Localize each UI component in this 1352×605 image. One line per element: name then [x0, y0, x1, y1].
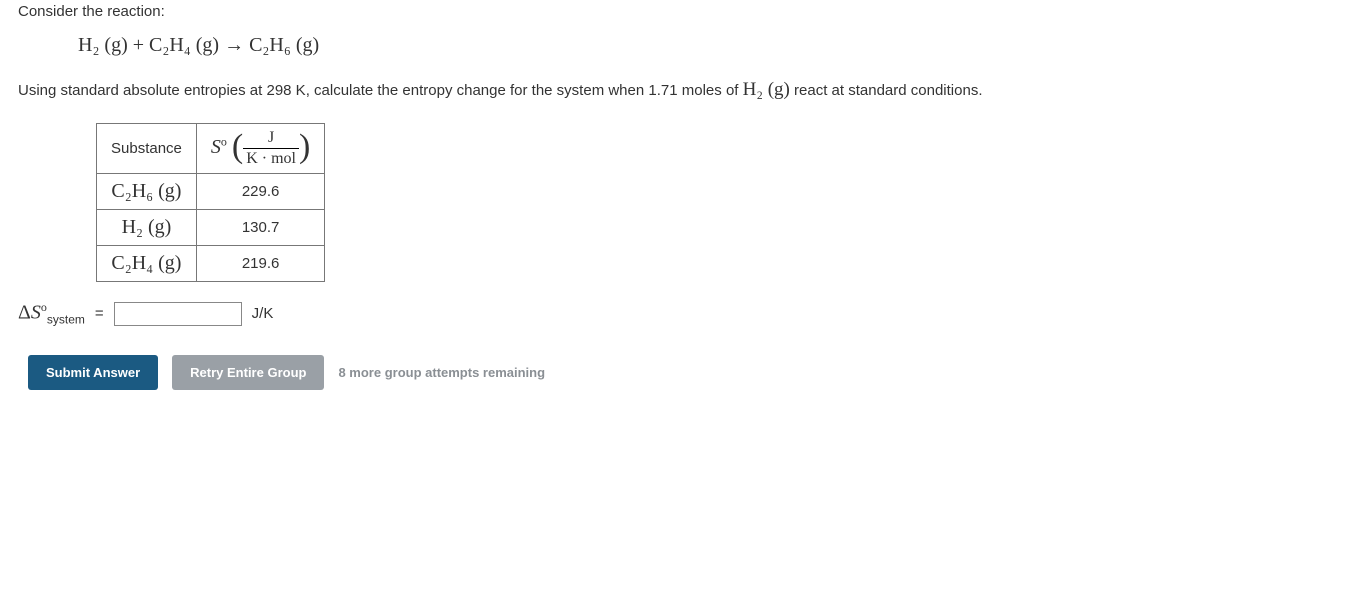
attempts-remaining: 8 more group attempts remaining [338, 365, 545, 380]
answer-row: ΔSosystem = J/K [18, 300, 1334, 327]
reactant-2: C₂H₄ (g) [149, 34, 219, 56]
substance-cell: H₂ (g) [97, 210, 197, 246]
instr-tail: react at standard conditions. [790, 82, 983, 99]
plus-sign: + [128, 34, 149, 56]
answer-label: ΔSosystem [18, 300, 85, 327]
answer-input[interactable] [114, 302, 242, 326]
s-superscript: o [221, 135, 227, 149]
s-symbol: S [211, 136, 221, 158]
table-header-entropy: So (JK · mol) [196, 124, 324, 174]
instr-species: H₂ (g) [743, 79, 790, 100]
reaction-equation: H₂ (g) + C₂H₄ (g) → C₂H₆ (g) [78, 34, 1334, 57]
table-header-substance: Substance [97, 124, 197, 174]
instr-moles: 1.71 [648, 82, 677, 99]
instr-before: Using standard absolute entropies at 298… [18, 82, 648, 99]
intro-text: Consider the reaction: [18, 0, 1334, 24]
table-row: H₂ (g) 130.7 [97, 210, 325, 246]
unit-numerator: J [243, 130, 299, 149]
table-row: C₂H₄ (g) 219.6 [97, 246, 325, 282]
instr-after-moles: moles of [678, 82, 743, 99]
delta-symbol: Δ [18, 302, 31, 324]
retry-button[interactable]: Retry Entire Group [172, 355, 324, 390]
button-row: Submit Answer Retry Entire Group 8 more … [28, 355, 1334, 390]
entropy-table: Substance So (JK · mol) C₂H₆ (g) 229.6 H… [96, 123, 325, 282]
equals-sign: = [95, 305, 104, 322]
value-cell: 130.7 [196, 210, 324, 246]
s-symbol-answer: S [31, 302, 41, 324]
answer-subscript: system [47, 313, 85, 327]
unit-fraction: JK · mol [243, 130, 299, 167]
submit-button[interactable]: Submit Answer [28, 355, 158, 390]
arrow-icon: → [219, 34, 249, 56]
value-cell: 229.6 [196, 174, 324, 210]
reactant-1: H₂ (g) [78, 34, 128, 56]
unit-denominator: K · mol [243, 149, 299, 167]
substance-cell: C₂H₆ (g) [97, 174, 197, 210]
product: C₂H₆ (g) [249, 34, 319, 56]
value-cell: 219.6 [196, 246, 324, 282]
substance-cell: C₂H₄ (g) [97, 246, 197, 282]
instruction-text: Using standard absolute entropies at 298… [18, 75, 1334, 105]
answer-unit: J/K [252, 305, 274, 322]
table-row: C₂H₆ (g) 229.6 [97, 174, 325, 210]
